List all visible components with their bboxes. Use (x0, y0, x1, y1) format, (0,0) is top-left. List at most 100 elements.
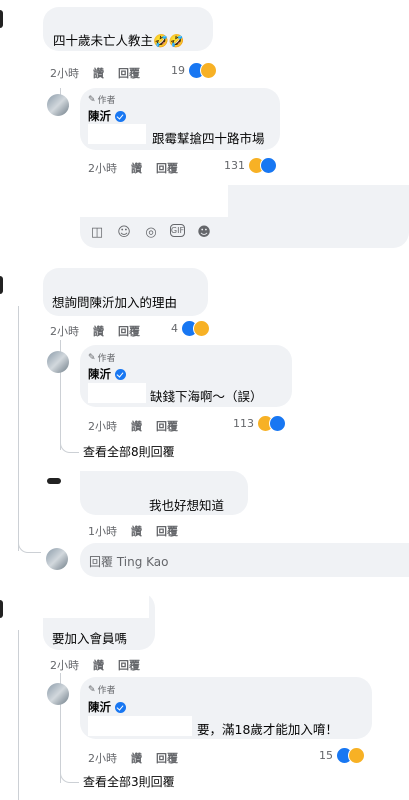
comment-meta: 2小時 讚 回覆 (50, 657, 140, 673)
pen-icon: ✎ (88, 684, 96, 695)
comment-meta: 2小時 讚 回覆 (88, 750, 178, 766)
comment-text: 四十歲未亡人教主🤣🤣 (53, 33, 185, 48)
timestamp[interactable]: 1小時 (88, 523, 117, 539)
timestamp[interactable]: 2小時 (88, 418, 117, 434)
reaction-summary[interactable]: 19 (171, 62, 217, 79)
composer-toolbar: ◫ ☺ ◎ GIF ☻ (89, 224, 223, 240)
author-tag-label: 作者 (97, 354, 116, 364)
comment-text: 想詢問陳沂加入的理由 (52, 295, 178, 310)
view-all-replies-link[interactable]: 查看全部3則回覆 (83, 773, 175, 790)
verified-icon (115, 368, 126, 380)
commenter-name[interactable]: 陳沂 (88, 366, 126, 382)
like-link[interactable]: 讚 (93, 323, 104, 339)
camera-icon[interactable]: ◎ (143, 224, 159, 240)
timestamp[interactable]: 2小時 (88, 750, 117, 766)
reaction-summary[interactable]: 131 (224, 157, 277, 174)
redacted-tag (88, 124, 146, 144)
haha-reaction-icon (348, 747, 365, 764)
author-avatar[interactable] (47, 94, 69, 116)
sticker-icon[interactable]: ◫ (89, 224, 105, 240)
comment-meta: 1小時 讚 回覆 (88, 523, 178, 539)
commenter-name[interactable]: 陳沂 (88, 108, 126, 124)
thread-line (18, 540, 41, 553)
author-avatar[interactable] (47, 683, 69, 705)
reply-composer[interactable]: ◫ ☺ ◎ GIF ☻ (80, 185, 409, 248)
author-badge: ✎ 作者 (88, 683, 116, 697)
like-link[interactable]: 讚 (131, 418, 142, 434)
comment-bubble: 我也好想知道 (80, 471, 248, 515)
redacted-tag (88, 716, 192, 736)
comment-text: 跟霉鞤搶四十路市場 (152, 131, 265, 146)
gif-icon[interactable]: GIF (170, 224, 185, 237)
pen-icon: ✎ (88, 94, 96, 105)
author-badge: ✎ 作者 (88, 351, 116, 365)
comment-text: 我也好想知道 (149, 498, 225, 513)
verified-icon (115, 110, 126, 122)
emoji-icon[interactable]: ☺ (116, 224, 132, 240)
like-link[interactable]: 讚 (131, 750, 142, 766)
avatar[interactable] (0, 10, 3, 28)
reaction-count: 131 (224, 159, 245, 172)
reply-link[interactable]: 回覆 (156, 418, 178, 434)
reaction-count: 19 (171, 64, 185, 77)
comment-text: 缺錢下海啊～（誤） (150, 389, 263, 404)
author-badge: ✎ 作者 (88, 93, 116, 107)
reply-link[interactable]: 回覆 (156, 160, 178, 176)
comment-text: 要加入會員嗎 (52, 631, 128, 646)
like-link[interactable]: 讚 (93, 65, 104, 81)
reaction-count: 4 (171, 322, 178, 335)
redacted-tag (88, 383, 146, 403)
reply-link[interactable]: 回覆 (156, 523, 178, 539)
reaction-count: 113 (233, 417, 254, 430)
comment-meta: 2小時 讚 回覆 (50, 65, 140, 81)
pen-icon: ✎ (88, 352, 96, 363)
current-user-avatar (46, 548, 68, 570)
name-label: 陳沂 (88, 109, 111, 123)
haha-reaction-icon (200, 62, 217, 79)
avatar-sticker-icon[interactable]: ☻ (196, 224, 212, 240)
thread-line (18, 306, 19, 551)
reply-link[interactable]: 回覆 (118, 65, 140, 81)
name-label: 陳沂 (88, 700, 111, 714)
reaction-summary[interactable]: 113 (233, 415, 286, 432)
comment-meta: 2小時 讚 回覆 (88, 418, 178, 434)
redacted-name (43, 592, 149, 618)
like-link[interactable]: 讚 (131, 523, 142, 539)
reply-input[interactable]: 回覆 Ting Kao (80, 543, 409, 577)
like-link[interactable]: 讚 (93, 657, 104, 673)
comment-bubble: ✎ 作者 陳沂 要，滿18歲才能加入唷！ (80, 677, 372, 739)
thread-line (18, 630, 19, 800)
comment-bubble: 四十歲未亡人教主🤣🤣 (43, 7, 213, 51)
name-label: 陳沂 (88, 367, 111, 381)
like-reaction-icon (260, 157, 277, 174)
avatar[interactable] (0, 276, 3, 294)
comment-bubble: ✎ 作者 陳沂 跟霉鞤搶四十路市場 (80, 88, 280, 150)
timestamp[interactable]: 2小時 (50, 65, 79, 81)
reply-link[interactable]: 回覆 (118, 657, 140, 673)
author-tag-label: 作者 (97, 686, 116, 696)
haha-reaction-icon (193, 320, 210, 337)
comment-bubble: 想詢問陳沂加入的理由 (43, 268, 208, 316)
comment-meta: 2小時 讚 回覆 (88, 160, 178, 176)
reaction-summary[interactable]: 4 (171, 320, 210, 337)
commenter-name[interactable]: 陳沂 (88, 699, 126, 715)
author-avatar[interactable] (47, 351, 69, 373)
reply-link[interactable]: 回覆 (118, 323, 140, 339)
timestamp[interactable]: 2小時 (88, 160, 117, 176)
like-link[interactable]: 讚 (131, 160, 142, 176)
redacted-name (80, 471, 132, 489)
thread-line (60, 770, 79, 783)
timestamp[interactable]: 2小時 (50, 323, 79, 339)
view-all-replies-link[interactable]: 查看全部8則回覆 (83, 443, 175, 460)
composer-blank (80, 185, 228, 217)
author-tag-label: 作者 (97, 96, 116, 106)
reply-link[interactable]: 回覆 (156, 750, 178, 766)
comment-text: 要，滿18歲才能加入唷！ (197, 722, 338, 737)
avatar[interactable] (0, 600, 3, 618)
avatar[interactable] (47, 478, 61, 484)
thread-line (60, 440, 79, 453)
reply-input-placeholder: 回覆 Ting Kao (89, 555, 169, 569)
timestamp[interactable]: 2小時 (50, 657, 79, 673)
comment-bubble: ✎ 作者 陳沂 缺錢下海啊～（誤） (80, 345, 292, 407)
reaction-summary[interactable]: 15 (319, 747, 365, 764)
